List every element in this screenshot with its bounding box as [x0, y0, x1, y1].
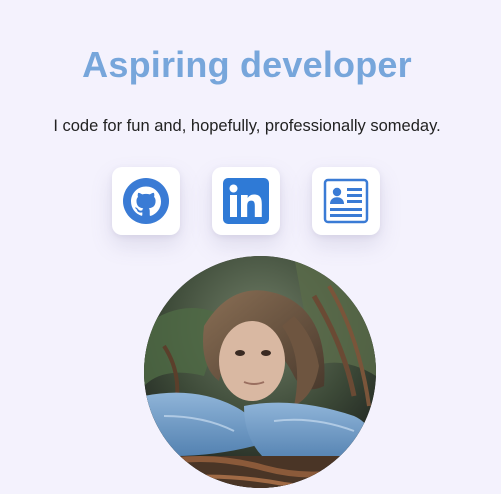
landing-page: Aspiring developer I code for fun and, h… [0, 0, 501, 494]
linkedin-link[interactable] [212, 167, 280, 235]
resume-icon [322, 177, 370, 225]
page-title: Aspiring developer [82, 44, 412, 85]
social-links [112, 167, 382, 235]
github-icon [122, 177, 170, 225]
profile-photo [144, 256, 376, 488]
github-link[interactable] [112, 167, 180, 235]
tagline: I code for fun and, hopefully, professio… [53, 117, 441, 135]
linkedin-icon [223, 178, 269, 224]
resume-link[interactable] [312, 167, 380, 235]
